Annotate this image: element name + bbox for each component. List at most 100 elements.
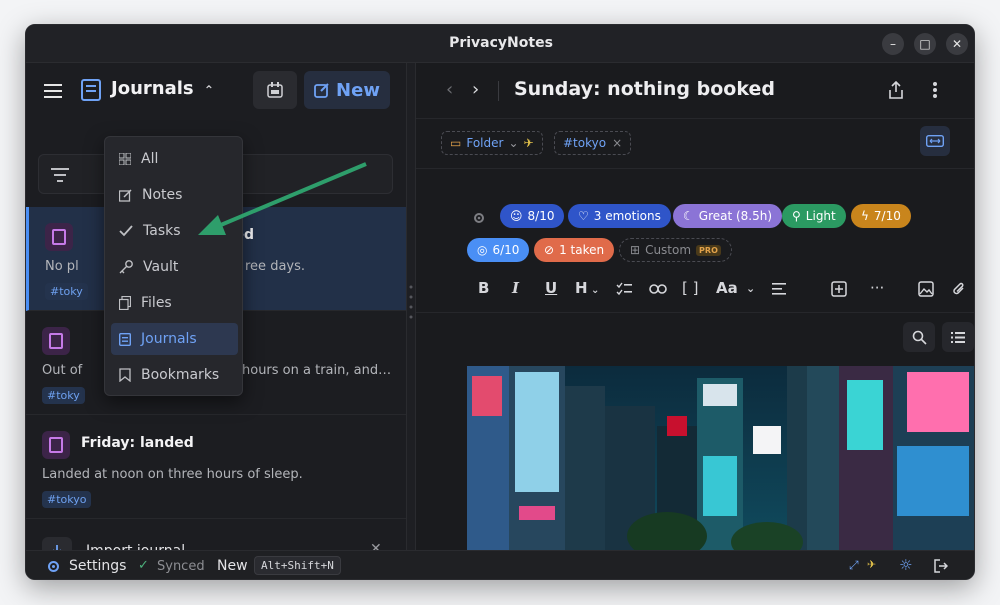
grid-icon <box>119 153 131 165</box>
mood-chip[interactable]: ☺ 8/10 <box>500 204 565 228</box>
menu-item-journals[interactable]: Journals <box>111 323 238 355</box>
italic-button[interactable]: I <box>512 279 519 297</box>
folder-picker[interactable]: ▭ Folder ⌄ ✈ <box>441 131 543 155</box>
photo-image[interactable] <box>467 366 975 550</box>
share-icon[interactable] <box>888 81 904 99</box>
entry-tag[interactable]: #toky <box>45 283 88 300</box>
expand-width-button[interactable] <box>920 126 950 156</box>
emotions-chip[interactable]: ♡ 3 emotions <box>568 204 671 228</box>
new-shortcut: Alt+Shift+N <box>254 556 341 575</box>
entry-title: Friday: landed <box>81 435 194 451</box>
journal-entry-icon <box>45 223 73 251</box>
menu-item-label: Tasks <box>143 223 181 239</box>
medication-chip[interactable]: ⊘ 1 taken <box>534 238 615 262</box>
pin-icon: ✈ <box>867 558 877 571</box>
key-icon <box>119 260 133 274</box>
underline-button[interactable]: U <box>545 279 557 297</box>
chevron-down-icon: ⌄ <box>508 136 519 150</box>
forward-arrow-icon[interactable]: › <box>472 79 479 100</box>
new-button[interactable]: New <box>304 71 390 109</box>
gear-icon[interactable] <box>472 211 486 225</box>
insert-icon[interactable] <box>831 281 847 297</box>
maximize-button[interactable]: □ <box>914 33 936 55</box>
new-note-link[interactable]: New <box>217 558 248 574</box>
pro-badge: PRO <box>696 244 721 256</box>
custom-chip[interactable]: ⊞ Custom PRO <box>619 238 732 262</box>
gear-icon[interactable] <box>46 559 61 574</box>
activity-chip[interactable]: ⚲ Light <box>782 204 846 228</box>
more-vertical-icon[interactable] <box>932 81 938 99</box>
editor-body <box>416 313 975 550</box>
attachment-icon[interactable] <box>952 281 966 297</box>
run-icon: ⚲ <box>792 209 801 223</box>
chip-label: Custom <box>645 243 692 257</box>
font-size-button[interactable]: Aa <box>716 279 738 297</box>
tag-chip[interactable]: #tokyo × <box>554 131 632 155</box>
link-icon[interactable] <box>649 283 667 295</box>
note-title[interactable]: Sunday: nothing booked <box>514 78 775 100</box>
menu-item-label: Notes <box>142 187 183 203</box>
folder-icon: ▭ <box>450 136 462 150</box>
sleep-chip[interactable]: ☾ Great (8.5h) <box>673 204 783 228</box>
bookmark-icon <box>119 368 131 382</box>
code-button[interactable]: [ ] <box>682 279 698 297</box>
tag-bar: ▭ Folder ⌄ ✈ #tokyo × <box>416 119 974 169</box>
chip-label: 6/10 <box>492 243 520 257</box>
expand-icon[interactable]: ⤢ <box>849 558 859 573</box>
search-button[interactable] <box>903 322 935 352</box>
menu-item-label: Bookmarks <box>141 367 220 383</box>
journal-entry-icon <box>42 327 70 355</box>
chevron-down-icon: ⌄ <box>587 285 600 296</box>
editor-header: ‹ › Sunday: nothing booked <box>416 63 974 119</box>
minimize-button[interactable]: – <box>882 33 904 55</box>
energy-chip[interactable]: ϟ 7/10 <box>851 204 911 228</box>
view-switcher[interactable]: Journals ⌃ <box>111 78 214 99</box>
note-edit-icon <box>119 188 132 202</box>
settings-link[interactable]: Settings <box>69 558 126 574</box>
logout-icon[interactable] <box>934 559 948 573</box>
chip-label: Great (8.5h) <box>698 209 773 223</box>
search-icon <box>912 330 927 345</box>
entry-preview-tail: ree days. <box>245 259 306 274</box>
entry-preview-tail: hours on a train, and the ci... <box>242 363 392 378</box>
chip-label: 3 emotions <box>593 209 661 223</box>
window-title: PrivacyNotes <box>449 35 553 51</box>
menu-item-files[interactable]: Files <box>111 287 238 319</box>
chip-label: Light <box>805 209 836 223</box>
heading-button[interactable]: H ⌄ <box>575 279 599 297</box>
list-item[interactable]: Friday: landed Landed at noon on three h… <box>26 415 406 519</box>
heading-label: H <box>575 279 588 297</box>
entry-tag[interactable]: #toky <box>42 387 85 404</box>
remove-tag-icon[interactable]: × <box>612 136 622 150</box>
calendar-button[interactable] <box>253 71 297 109</box>
check-icon: ✓ <box>138 558 149 573</box>
align-icon[interactable] <box>772 283 786 295</box>
back-arrow-icon[interactable]: ‹ <box>446 79 453 100</box>
menu-item-label: Files <box>141 295 172 311</box>
view-title: Journals <box>111 78 194 99</box>
close-button[interactable]: ✕ <box>946 33 968 55</box>
checkmark-icon <box>119 225 133 237</box>
entry-tag[interactable]: #tokyo <box>42 491 92 508</box>
pane-resize-handle[interactable] <box>406 63 416 550</box>
chevron-down-icon[interactable]: ⌄ <box>746 282 755 295</box>
focus-chip[interactable]: ◎ 6/10 <box>467 238 530 262</box>
expand-width-icon <box>926 135 944 147</box>
menu-item-vault[interactable]: Vault <box>111 251 238 283</box>
status-bar: Settings ✓ Synced New Alt+Shift+N ⤢ ✈ ☼ <box>26 550 974 579</box>
sun-icon[interactable]: ☼ <box>899 556 912 574</box>
divider <box>498 81 499 101</box>
app-window: PrivacyNotes – □ ✕ Journals ⌃ New No pl … <box>25 24 975 580</box>
menu-item-bookmarks[interactable]: Bookmarks <box>111 359 238 391</box>
entry-preview: No pl <box>45 259 79 274</box>
new-button-label: New <box>336 79 380 101</box>
bold-button[interactable]: B <box>478 279 489 297</box>
menu-item-label: Journals <box>141 331 197 347</box>
tag-label: #tokyo <box>563 136 607 150</box>
calendar-icon <box>267 82 283 98</box>
checklist-icon[interactable] <box>616 282 632 298</box>
more-options-button[interactable]: ··· <box>870 279 884 297</box>
image-icon[interactable] <box>918 281 934 297</box>
hamburger-menu-icon[interactable] <box>42 81 64 101</box>
outline-button[interactable] <box>942 322 974 352</box>
